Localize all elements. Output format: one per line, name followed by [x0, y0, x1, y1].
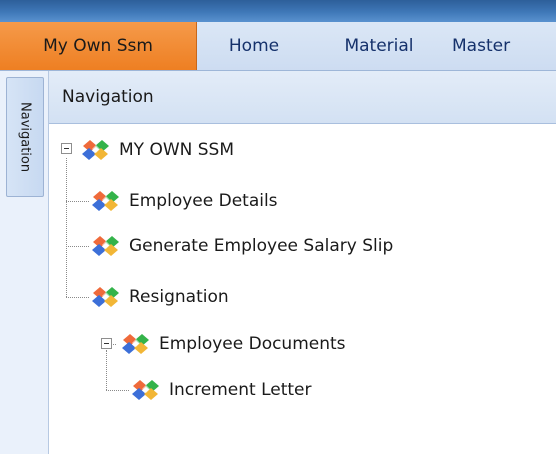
diamond-cluster-icon	[89, 286, 123, 308]
tree-item-label: Employee Documents	[159, 334, 346, 354]
tree-item-generate-employee-salary-slip[interactable]: Generate Employee Salary Slip	[89, 233, 393, 259]
tree-connector	[106, 390, 129, 391]
diamond-cluster-icon	[79, 139, 113, 161]
tab-home[interactable]: Home	[212, 22, 296, 70]
tree-connector	[66, 201, 89, 202]
root-collapse-icon[interactable]	[61, 143, 72, 154]
tree-item-label: Increment Letter	[169, 380, 312, 400]
tree-item-label: Employee Details	[129, 191, 278, 211]
tree-item-label: Resignation	[129, 287, 229, 307]
tree-item-employee-documents[interactable]: Employee Documents	[119, 331, 346, 357]
tab-master[interactable]: Master	[452, 22, 556, 70]
tree-item-resignation[interactable]: Resignation	[89, 284, 229, 310]
tree-root-label: MY OWN SSM	[119, 140, 235, 160]
diamond-cluster-icon	[129, 379, 163, 401]
tree-connector	[66, 297, 89, 298]
employee-documents-collapse-icon[interactable]	[101, 338, 112, 349]
tree-connector	[66, 158, 67, 297]
navigation-panel-header: Navigation	[49, 71, 556, 124]
navigation-side-tab[interactable]: Navigation	[6, 77, 44, 197]
tab-material[interactable]: Material	[324, 22, 434, 70]
navigation-tree: MY OWN SSM Employee Details Generate Emp…	[49, 124, 556, 454]
navigation-side-strip: Navigation	[0, 71, 49, 454]
diamond-cluster-icon	[89, 235, 123, 257]
tab-my-own-ssm[interactable]: My Own Ssm	[0, 22, 197, 70]
tree-item-label: Generate Employee Salary Slip	[129, 236, 394, 256]
navigation-panel-title: Navigation	[62, 87, 154, 107]
title-bar	[0, 0, 556, 22]
diamond-cluster-icon	[119, 333, 153, 355]
diamond-cluster-icon	[89, 190, 123, 212]
navigation-side-tab-label: Navigation	[17, 101, 33, 173]
ribbon-tab-bar: My Own Ssm Home Material Master	[0, 22, 556, 71]
tree-item-employee-details[interactable]: Employee Details	[89, 188, 278, 214]
tree-item-increment-letter[interactable]: Increment Letter	[129, 377, 311, 403]
tree-connector	[106, 350, 107, 390]
tree-connector	[66, 246, 89, 247]
tree-root[interactable]: MY OWN SSM	[79, 137, 234, 163]
